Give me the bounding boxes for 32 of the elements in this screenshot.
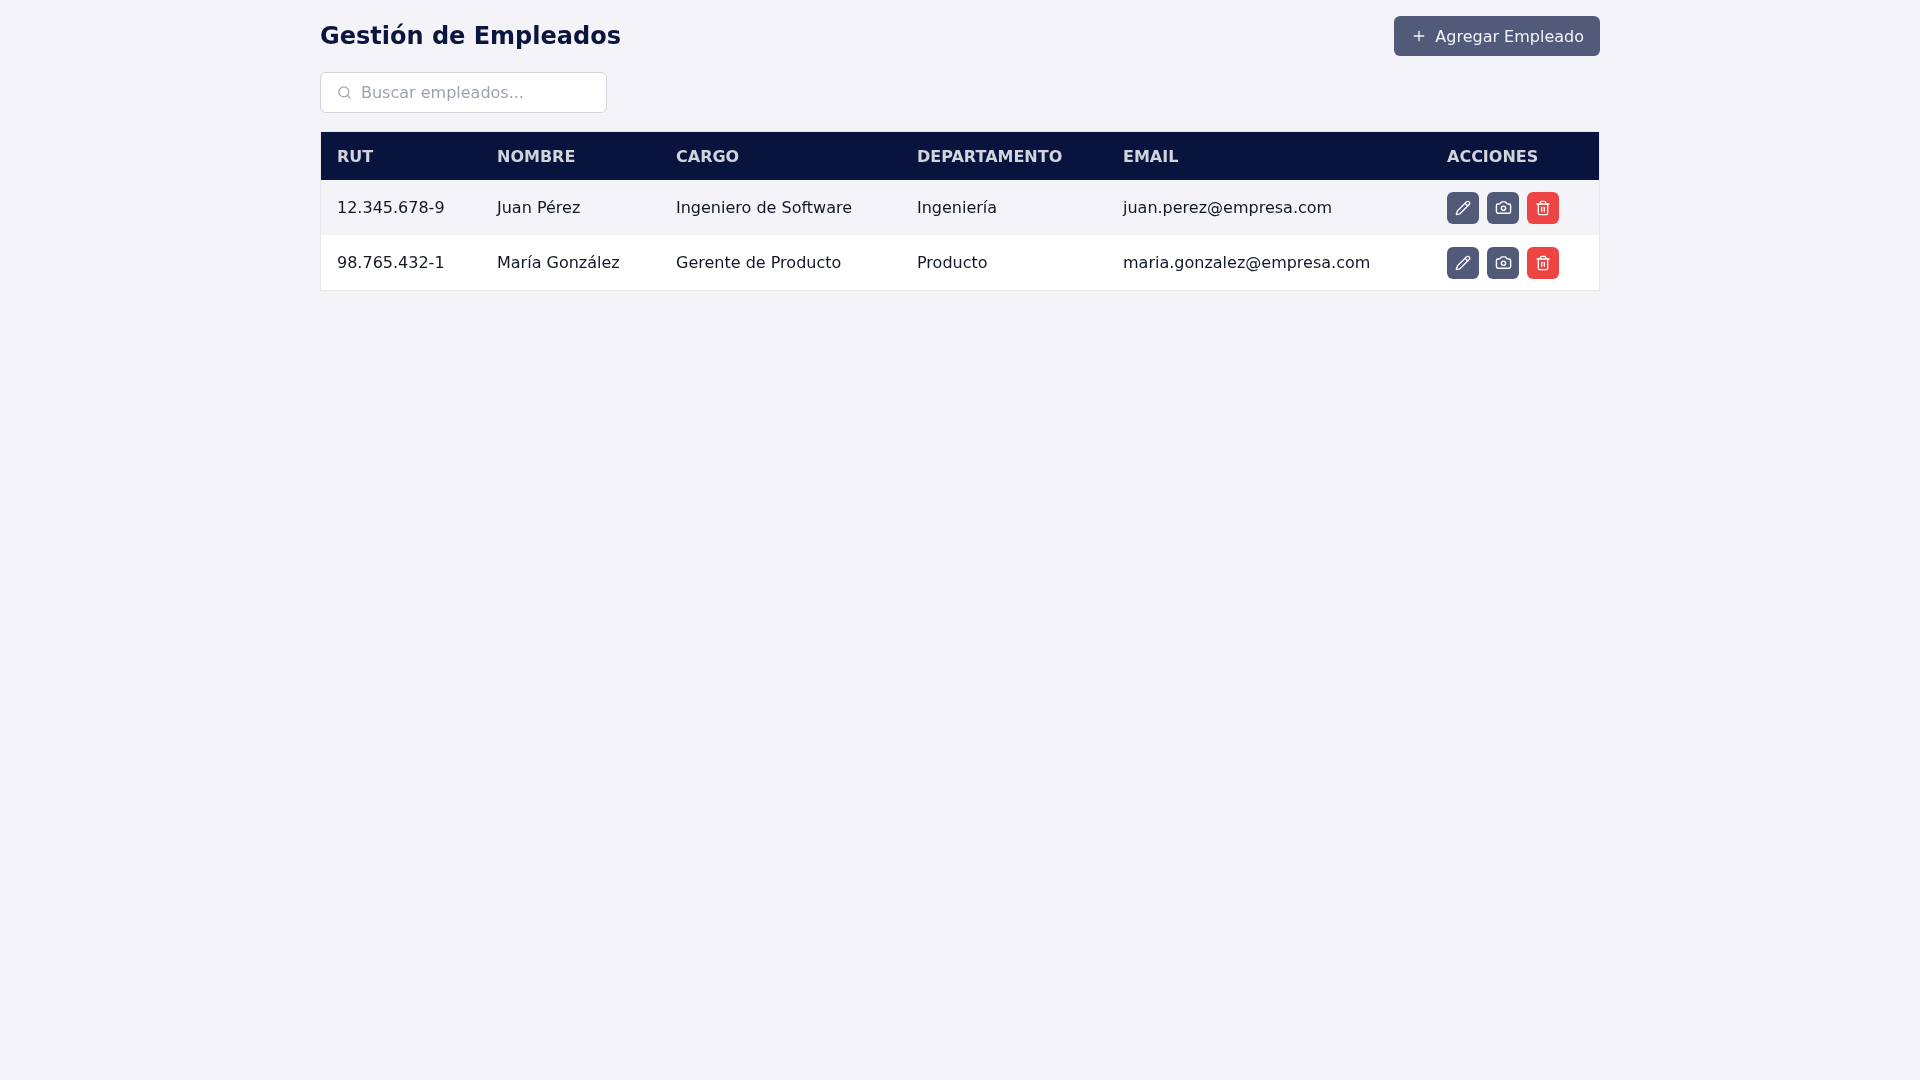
camera-icon [1494, 199, 1512, 216]
delete-button[interactable] [1527, 191, 1559, 224]
column-header: NOMBRE [496, 146, 577, 166]
pencil-icon [1455, 254, 1471, 271]
add-employee-button[interactable]: Agregar Empleado [1394, 16, 1600, 56]
page-title: Gestión de Empleados [320, 21, 621, 52]
table-cell-text: Juan Pérez [495, 198, 582, 217]
pencil-icon [1455, 199, 1471, 216]
column-header: RUT [336, 146, 375, 166]
column-header: CARGO [675, 146, 741, 166]
photo-button[interactable] [1487, 191, 1519, 224]
table-cell-text: Ingeniero de Software [675, 198, 853, 217]
photo-button[interactable] [1487, 246, 1519, 279]
search-icon [337, 85, 352, 100]
camera-icon [1494, 254, 1512, 271]
table-cell-text: 98.765.432-1 [336, 253, 446, 272]
trash-icon [1535, 254, 1551, 271]
edit-button[interactable] [1447, 246, 1479, 279]
column-header: ACCIONES [1446, 146, 1540, 166]
column-header: EMAIL [1122, 146, 1180, 166]
edit-button[interactable] [1447, 191, 1479, 224]
table-cell-text: Producto [916, 253, 989, 272]
table-cell-text: Ingeniería [916, 198, 999, 217]
table-cell-text: maria.gonzalez@empresa.com [1122, 253, 1372, 272]
trash-icon [1535, 199, 1551, 216]
delete-button[interactable] [1527, 246, 1559, 279]
table-cell-text: juan.perez@empresa.com [1121, 198, 1334, 217]
column-header: DEPARTAMENTO [916, 146, 1064, 166]
table-cell-text: 12.345.678-9 [336, 198, 446, 217]
table-cell-text: María González [496, 253, 621, 272]
table-cell-text: Gerente de Producto [675, 253, 843, 272]
search-field[interactable]: Buscar empleados... [320, 72, 607, 113]
